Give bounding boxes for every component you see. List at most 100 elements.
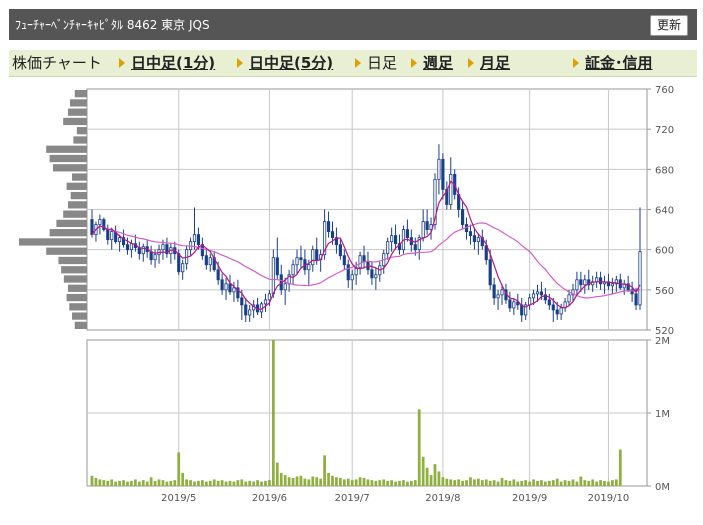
volume-bar	[358, 477, 362, 486]
volume-bar	[599, 480, 602, 486]
candle-body	[224, 283, 228, 291]
volume-profile-bar	[19, 238, 87, 246]
candle-body	[441, 158, 445, 190]
volume-bar	[323, 455, 326, 486]
volume-profile-bar	[66, 293, 87, 302]
candle-body	[508, 299, 512, 309]
volume-axis: 2M 1M 0M	[647, 336, 670, 493]
volume-profile-bar	[70, 99, 87, 107]
candle-body	[488, 259, 492, 286]
candle-body	[311, 249, 315, 266]
volume-bar	[201, 480, 204, 486]
volume-bar	[595, 481, 599, 486]
volume-bar	[476, 478, 480, 486]
volume-bar	[212, 479, 216, 486]
volume-bar	[488, 480, 492, 486]
volume-profile-bar	[66, 182, 87, 190]
candle-body	[149, 251, 153, 261]
volume-bar	[118, 480, 121, 486]
volume-profile-bar	[49, 154, 87, 163]
volume-bar	[520, 480, 524, 486]
candle-body	[468, 231, 473, 237]
candle-body	[555, 309, 559, 315]
volume-profile-bar	[53, 164, 87, 172]
candle-body	[90, 219, 94, 236]
volume-profile-bar	[56, 219, 87, 228]
volume-bar	[366, 479, 370, 486]
candle-body	[512, 301, 516, 309]
volume-bar	[587, 480, 591, 486]
volume-bar	[114, 481, 118, 486]
candle-body	[110, 231, 114, 241]
volume-profile-bar	[67, 284, 87, 292]
candle-body	[271, 257, 275, 295]
candle-body	[307, 264, 311, 271]
volume-bar	[256, 480, 259, 486]
candle-body	[579, 279, 583, 286]
volume-bar	[473, 479, 476, 486]
volume-bar	[149, 477, 153, 486]
volume-bar	[528, 481, 531, 486]
candle-body	[437, 158, 441, 180]
volume-bar	[390, 480, 394, 486]
volume-profile-bar	[74, 321, 87, 329]
candle-body	[106, 229, 110, 241]
candle-body	[350, 274, 354, 281]
volume-bar	[311, 476, 315, 486]
volume-bar	[374, 480, 378, 486]
candle-body	[204, 255, 208, 266]
volume-bar	[236, 480, 240, 486]
volume-bar	[98, 479, 102, 486]
volume-bar	[591, 479, 595, 486]
volume-bar	[457, 479, 461, 486]
volume-bar	[228, 480, 232, 486]
volume-bar	[287, 477, 291, 486]
volume-profile-bar	[74, 90, 87, 98]
candle-body	[461, 209, 465, 225]
candle-body	[610, 283, 614, 287]
candle-body	[248, 309, 252, 316]
volume-profile-bar	[70, 191, 87, 200]
volume-bar	[216, 480, 220, 486]
volume-profile-bar	[49, 229, 87, 237]
volume-bar	[315, 477, 319, 486]
candle-body	[338, 244, 342, 257]
candle-body	[598, 277, 603, 285]
volume-bar	[90, 475, 94, 486]
candle-body	[118, 237, 122, 243]
candle-body	[161, 244, 165, 251]
volume-profile-bar	[72, 312, 87, 320]
candle-body	[291, 264, 295, 276]
volume-bar	[567, 480, 571, 486]
candle-body	[228, 283, 232, 293]
x-tick-label: 2019/5	[161, 493, 196, 504]
candle-body	[181, 263, 185, 273]
volume-bar	[551, 480, 555, 486]
candle-body	[567, 294, 571, 303]
volume-profile-bar	[69, 303, 87, 311]
volume-bar	[445, 478, 449, 486]
volume-tick-label: 0M	[655, 482, 670, 493]
volume-bar	[540, 480, 543, 486]
volume-bar	[409, 480, 413, 486]
stock-chart: 760720680640600560520 2M1M0M 2019/5 2019/…	[19, 85, 674, 504]
volume-bar	[607, 481, 610, 486]
volume-bar	[378, 480, 382, 486]
volume-profile-bar	[63, 275, 87, 283]
price-panel: 760720680640600560520	[19, 85, 674, 337]
volume-bar	[421, 456, 425, 486]
volume-bar	[362, 477, 366, 486]
volume-bar	[579, 476, 583, 486]
candle-body	[449, 173, 453, 205]
candle-body	[500, 289, 504, 296]
volume-bar	[429, 475, 433, 486]
volume-bar	[524, 480, 528, 486]
volume-bar	[303, 478, 307, 486]
volume-bar	[480, 480, 484, 486]
volume-bar	[106, 480, 110, 486]
volume-bar	[165, 481, 169, 486]
volume-bar	[189, 480, 192, 486]
volume-bar	[102, 480, 106, 486]
volume-bar	[453, 480, 457, 486]
volume-bar	[618, 449, 622, 486]
